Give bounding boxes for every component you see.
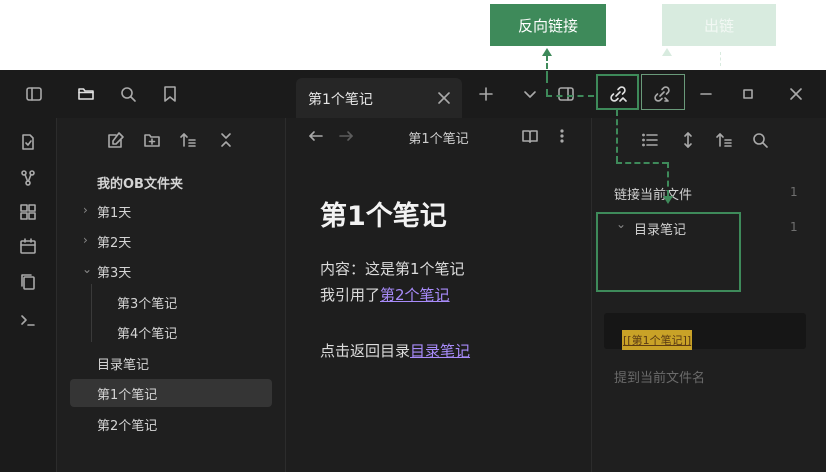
new-tab-icon[interactable]	[474, 82, 498, 106]
file-note1[interactable]: 第1个笔记	[97, 384, 157, 403]
close-tab-icon[interactable]	[432, 86, 456, 110]
unlinked-mentions-label[interactable]: 提到当前文件名	[614, 367, 705, 386]
folder-day2[interactable]: 第2天	[97, 232, 131, 251]
backlinks-callout: 反向链接	[490, 4, 606, 46]
sort-order-icon[interactable]	[712, 128, 736, 152]
folder-day1[interactable]: 第1天	[97, 202, 131, 221]
backlinks-pane: 链接当前文件 1 ⌄ 目录笔记 1 [[第1个笔记]] 提到当前文件名	[591, 118, 826, 472]
chevron-down-icon[interactable]: ⌄	[82, 262, 92, 276]
file-note2[interactable]: 第2个笔记	[97, 415, 157, 434]
outgoing-links-callout: 出链	[662, 4, 776, 46]
canvas-icon[interactable]	[16, 200, 40, 224]
folder-icon[interactable]	[74, 82, 98, 106]
sidebar-toggle-icon[interactable]	[22, 82, 46, 106]
link-note2[interactable]: 第2个笔记	[380, 286, 450, 304]
backlinks-icon-highlight	[596, 74, 639, 110]
more-options-icon[interactable]	[550, 124, 574, 148]
collapse-all-icon[interactable]	[214, 128, 238, 152]
bookmark-icon[interactable]	[158, 82, 182, 106]
tab-list-chevron-icon[interactable]	[518, 82, 542, 106]
left-ribbon	[0, 118, 57, 472]
note-line-back: 点击返回目录目录笔记	[320, 340, 470, 361]
tree-indent-guide	[91, 284, 92, 342]
new-folder-icon[interactable]	[140, 128, 164, 152]
close-window-icon[interactable]	[784, 82, 808, 106]
backlink-result-highlight	[596, 212, 741, 292]
quick-switcher-icon[interactable]	[16, 130, 40, 154]
callout-connector	[546, 77, 548, 95]
file-note3[interactable]: 第3个笔记	[117, 293, 177, 312]
calendar-icon[interactable]	[16, 234, 40, 258]
graph-view-icon[interactable]	[16, 166, 40, 190]
callout-connector	[546, 95, 594, 97]
outgoing-callout-arrow	[662, 48, 672, 56]
file-index-note[interactable]: 目录笔记	[97, 354, 149, 373]
back-prefix: 点击返回目录	[320, 342, 411, 360]
note-line-content: 内容：这是第1个笔记	[320, 260, 465, 278]
minimize-icon[interactable]	[694, 82, 718, 106]
note-line-reference: 我引用了第2个笔记	[320, 284, 450, 305]
chevron-right-icon[interactable]: ›	[83, 233, 88, 247]
expand-context-icon[interactable]	[676, 128, 700, 152]
file-explorer: 我的OB文件夹 › 第1天 › 第2天 ⌄ 第3天 第3个笔记 第4个笔记 目录…	[57, 118, 286, 472]
note-header-title[interactable]: 第1个笔记	[286, 128, 591, 147]
note-heading: 第1个笔记	[320, 201, 447, 232]
new-note-icon[interactable]	[104, 128, 128, 152]
linked-mentions-count: 1	[790, 185, 798, 199]
panel-arrow	[663, 196, 673, 204]
chevron-right-icon[interactable]: ›	[83, 203, 88, 217]
panel-connector	[667, 162, 669, 196]
search-icon[interactable]	[116, 82, 140, 106]
link-index-note[interactable]: 目录笔记	[410, 342, 470, 360]
search-filter-icon[interactable]	[748, 128, 772, 152]
vault-name[interactable]: 我的OB文件夹	[97, 173, 183, 192]
panel-connector	[616, 162, 668, 164]
reference-prefix: 我引用了	[320, 286, 381, 304]
backlink-source-count: 1	[790, 220, 798, 234]
outgoing-icon-highlight	[641, 74, 685, 110]
sort-icon[interactable]	[176, 128, 200, 152]
collapse-results-icon[interactable]	[638, 128, 662, 152]
panel-connector	[616, 110, 618, 162]
title-bar: 第1个笔记	[0, 70, 826, 118]
templates-icon[interactable]	[16, 270, 40, 294]
right-sidebar-toggle-icon[interactable]	[554, 82, 578, 106]
editor-pane: 第1个笔记 第1个笔记 内容：这是第1个笔记 我引用了第2个笔记 点击返回目录目…	[286, 118, 591, 472]
tab-title: 第1个笔记	[308, 92, 373, 108]
tab-active-note[interactable]: 第1个笔记	[296, 78, 462, 118]
outgoing-callout-line	[720, 52, 721, 66]
file-note4[interactable]: 第4个笔记	[117, 323, 177, 342]
terminal-icon[interactable]	[16, 308, 40, 332]
maximize-icon[interactable]	[736, 82, 760, 106]
linked-mentions-label[interactable]: 链接当前文件	[614, 184, 692, 203]
folder-day3[interactable]: 第3天	[97, 262, 131, 281]
reading-view-icon[interactable]	[518, 124, 542, 148]
callout-connector	[546, 55, 548, 77]
backlink-snippet[interactable]: [[第1个笔记]]	[622, 330, 693, 350]
